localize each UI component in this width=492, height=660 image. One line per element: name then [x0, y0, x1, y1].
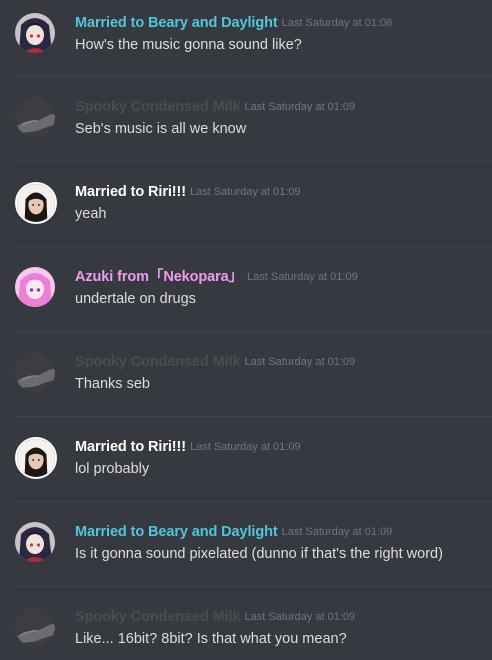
message-content: Is it gonna sound pixelated (dunno if th… — [75, 546, 443, 562]
message-content: Seb's music is all we know — [75, 121, 247, 137]
author-name[interactable]: Married to Beary and Daylight — [75, 524, 278, 540]
message-content: How's the music gonna sound like? — [75, 37, 302, 53]
author-name[interactable]: Spooky Condensed Milk — [75, 99, 241, 115]
timestamp[interactable]: Last Saturday at 01:09 — [244, 101, 355, 113]
anime-dark-hair-avatar[interactable] — [15, 522, 55, 562]
message-content: yeah — [75, 206, 107, 222]
message: Married to Riri!!! Last Saturday at 01:09… — [0, 416, 492, 500]
pink-anime-avatar[interactable] — [15, 267, 55, 307]
message-content: Thanks seb — [75, 376, 150, 392]
gray-hand-avatar[interactable] — [15, 607, 55, 647]
author-name[interactable]: Married to Riri!!! — [75, 439, 186, 455]
message-list: Married to Beary and Daylight Last Saturd… — [0, 0, 492, 660]
message: Spooky Condensed Milk Last Saturday at 01… — [0, 76, 492, 160]
gray-hand-avatar[interactable] — [15, 97, 55, 137]
author-name[interactable]: Spooky Condensed Milk — [75, 354, 241, 370]
author-name[interactable]: Married to Beary and Daylight — [75, 15, 278, 31]
author-name[interactable]: Married to Riri!!! — [75, 184, 186, 200]
message-header: Married to Beary and Daylight Last Saturd… — [75, 14, 392, 32]
message: Married to Riri!!! Last Saturday at 01:09… — [0, 161, 492, 245]
timestamp[interactable]: Last Saturday at 01:09 — [244, 611, 355, 623]
timestamp[interactable]: Last Saturday at 01:09 — [190, 441, 301, 453]
author-name[interactable]: Azuki from「Nekopara」 — [75, 269, 243, 285]
anime-dark-hair-avatar[interactable] — [15, 13, 55, 53]
message-content: Like... 16bit? 8bit? Is that what you me… — [75, 631, 347, 647]
timestamp[interactable]: Last Saturday at 01:09 — [244, 356, 355, 368]
gray-hand-avatar[interactable] — [15, 352, 55, 392]
timestamp[interactable]: Last Saturday at 01:09 — [282, 526, 393, 538]
message-header: Azuki from「Nekopara」 Last Saturday at 01:… — [75, 268, 358, 286]
message-header: Spooky Condensed Milk Last Saturday at 01… — [75, 353, 355, 371]
message-header: Spooky Condensed Milk Last Saturday at 01… — [75, 608, 355, 626]
message-header: Married to Beary and Daylight Last Saturd… — [75, 523, 392, 541]
message-header: Married to Riri!!! Last Saturday at 01:09 — [75, 183, 301, 201]
timestamp[interactable]: Last Saturday at 01:08 — [282, 17, 393, 29]
message: Azuki from「Nekopara」 Last Saturday at 01:… — [0, 246, 492, 330]
message: Married to Beary and Daylight Last Saturd… — [0, 501, 492, 585]
timestamp[interactable]: Last Saturday at 01:09 — [190, 186, 301, 198]
girl-photo-avatar[interactable] — [15, 182, 57, 224]
message: Spooky Condensed Milk Last Saturday at 01… — [0, 331, 492, 415]
message: Married to Beary and Daylight Last Saturd… — [0, 0, 492, 84]
girl-photo-avatar[interactable] — [15, 437, 57, 479]
message: Spooky Condensed Milk Last Saturday at 01… — [0, 586, 492, 660]
message-header: Married to Riri!!! Last Saturday at 01:09 — [75, 438, 301, 456]
message-content: lol probably — [75, 461, 150, 477]
message-content: undertale on drugs — [75, 291, 196, 307]
author-name[interactable]: Spooky Condensed Milk — [75, 609, 241, 625]
timestamp[interactable]: Last Saturday at 01:09 — [247, 271, 358, 283]
message-header: Spooky Condensed Milk Last Saturday at 01… — [75, 98, 355, 116]
